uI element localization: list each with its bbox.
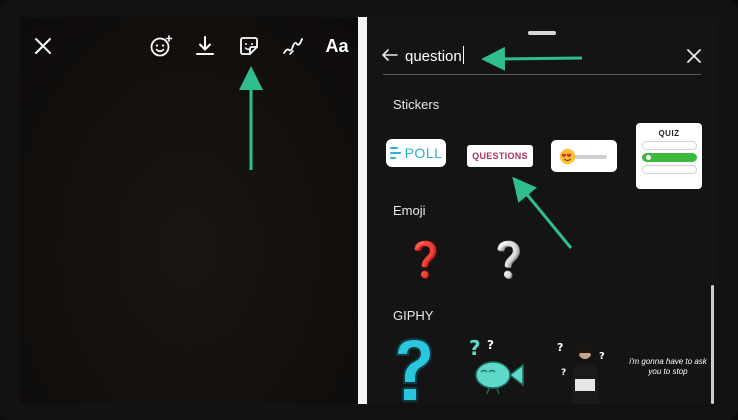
questions-sticker-label: QUESTIONS (472, 151, 528, 161)
sticker-search-panel: Stickers POLL QUESTIONS QUIZ Emoji ❓ ❔ G… (367, 17, 717, 404)
poll-sticker-label: POLL (404, 145, 443, 161)
text-tool-button[interactable]: Aa (322, 31, 352, 61)
close-button[interactable] (28, 31, 58, 61)
giphy-thinking-person[interactable]: ? ? ? (557, 335, 613, 404)
section-emoji-heading: Emoji (393, 203, 426, 218)
emoji-sticker-button[interactable] (146, 31, 176, 61)
close-icon (35, 38, 51, 54)
panel-divider (358, 17, 367, 404)
close-icon (687, 49, 701, 63)
scrollbar[interactable] (711, 285, 714, 404)
clear-search-button[interactable] (683, 45, 705, 67)
download-icon (196, 36, 214, 55)
giphy-confused-fish[interactable]: ? ? (467, 335, 529, 395)
section-stickers-heading: Stickers (393, 97, 440, 112)
text-caret (463, 46, 464, 64)
svg-text:?: ? (469, 336, 481, 360)
slider-track (571, 155, 607, 159)
download-button[interactable] (190, 31, 220, 61)
sticker-button[interactable] (234, 31, 264, 61)
section-giphy-heading: GIPHY (393, 308, 434, 323)
heart-eyes-emoji-icon (559, 148, 576, 165)
svg-text:?: ? (561, 368, 566, 378)
quiz-option (641, 165, 697, 174)
quiz-sticker[interactable]: QUIZ (636, 123, 702, 189)
svg-text:?: ? (557, 341, 563, 354)
giphy-cyan-question-mark[interactable] (389, 335, 439, 404)
draw-button[interactable] (278, 31, 308, 61)
search-input[interactable] (405, 45, 635, 67)
svg-text:?: ? (599, 351, 605, 362)
svg-text:?: ? (487, 338, 494, 352)
drag-handle[interactable] (528, 31, 556, 35)
search-underline (383, 74, 701, 75)
poll-sticker[interactable]: POLL (386, 139, 446, 167)
draw-icon (283, 38, 303, 55)
red-question-mark-emoji[interactable]: ❓ (404, 243, 446, 277)
sticker-icon (240, 37, 258, 55)
back-button[interactable] (379, 44, 401, 66)
emoji-slider-sticker[interactable] (551, 140, 617, 172)
quiz-sticker-label: QUIZ (658, 129, 680, 138)
white-question-mark-emoji[interactable]: ❔ (487, 243, 529, 277)
questions-sticker[interactable]: QUESTIONS (467, 145, 533, 167)
quiz-option (641, 141, 697, 150)
story-canvas[interactable]: Aa (20, 17, 358, 404)
back-arrow-icon (382, 49, 398, 61)
emoji-sticker-icon (150, 35, 173, 57)
poll-bars-icon (389, 147, 401, 159)
quiz-option-correct (641, 153, 697, 162)
giphy-caption-sticker[interactable]: i'm gonna have to ask you to stop (629, 357, 707, 378)
